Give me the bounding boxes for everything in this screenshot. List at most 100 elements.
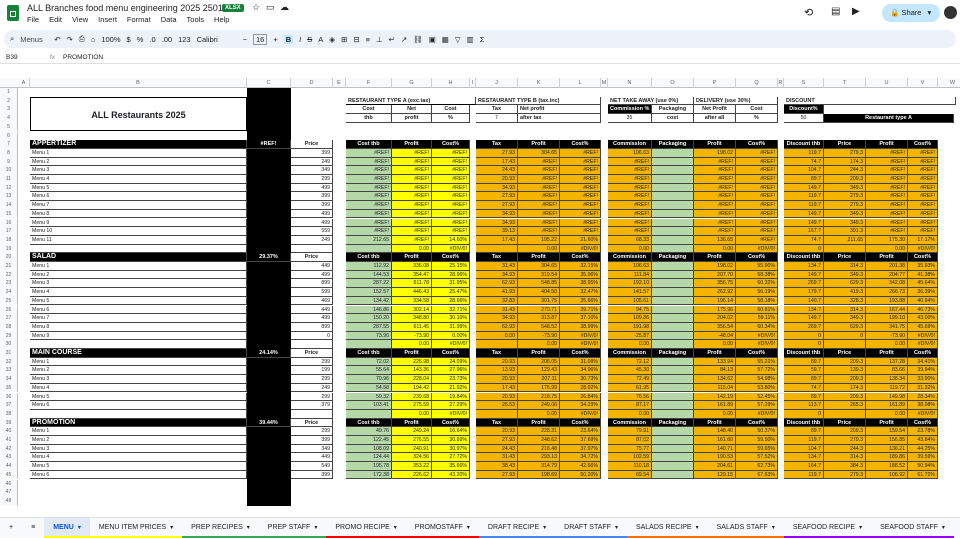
menu-item-name[interactable]: Menu 3 [30, 375, 247, 384]
value-cell-N[interactable]: 192.10 [608, 279, 652, 289]
value-cell-K[interactable]: 248.62 [518, 436, 560, 445]
value-cell-J[interactable]: 34.93 [476, 218, 518, 228]
value-cell-G[interactable]: #REF! [392, 201, 432, 210]
value-cell-T[interactable]: 209.3 [824, 427, 866, 436]
menu-item-price[interactable]: 379 [291, 401, 333, 410]
menu-item-price[interactable]: 299 [291, 427, 333, 436]
value-cell-J[interactable]: 20.93 [476, 175, 518, 184]
value-cell-J[interactable]: 24.43 [476, 444, 518, 454]
value-cell-O[interactable] [652, 218, 694, 228]
value-cell-J[interactable]: 17.43 [476, 157, 518, 167]
views-icon[interactable]: ▥ [467, 35, 474, 44]
menu-item-price[interactable]: 599 [291, 288, 333, 297]
type-b-net-unit[interactable]: after tax [518, 114, 601, 123]
value-cell-L[interactable]: #REF! [560, 201, 601, 210]
col-header-U[interactable]: Profit [866, 140, 908, 149]
discount-label[interactable]: Discount% [784, 105, 824, 115]
value-cell-O[interactable] [652, 392, 694, 402]
value-cell-G[interactable]: 240.91 [392, 444, 432, 454]
value-cell-S[interactable]: 269.7 [784, 322, 824, 332]
value-cell-Q[interactable]: #REF! [736, 166, 778, 175]
value-cell-F[interactable]: 144.53 [346, 270, 392, 280]
row-header[interactable]: 40 [0, 427, 18, 436]
col-header-K[interactable]: Profit [518, 418, 560, 428]
value-cell-P[interactable]: 190.53 [694, 453, 736, 463]
row-header[interactable]: 45 [0, 470, 18, 480]
value-cell-T[interactable]: 209.3 [824, 357, 866, 367]
value-cell-O[interactable] [652, 183, 694, 193]
value-cell-O[interactable] [652, 366, 694, 376]
add-sheet-button[interactable]: + [0, 518, 22, 538]
menu-item-name[interactable]: Menu 9 [30, 218, 247, 228]
menu-item-price[interactable]: 399 [291, 148, 333, 158]
col-header-L[interactable]: Cost% [560, 349, 601, 358]
value-cell-O[interactable] [652, 305, 694, 315]
commission-label[interactable]: Commission % [608, 105, 652, 115]
value-cell-S[interactable]: 104.7 [784, 444, 824, 454]
tab-promostaff[interactable]: PROMOSTAFF ▾ [405, 518, 479, 538]
value-cell-K[interactable]: 129.43 [518, 366, 560, 376]
value-cell-U[interactable]: #REF! [866, 209, 908, 219]
value-cell-L[interactable]: 42.66% [560, 462, 601, 471]
menu-item-name[interactable]: Menu 6 [30, 470, 247, 480]
value-cell-N[interactable]: 106.63 [608, 148, 652, 158]
functions-icon[interactable]: Σ [480, 35, 485, 44]
value-cell-G[interactable]: #REF! [392, 166, 432, 175]
value-cell-F[interactable]: 55.64 [346, 366, 392, 376]
section-title-main-course[interactable]: MAIN COURSE [30, 349, 247, 358]
col-header-F[interactable]: Cost thb [346, 349, 392, 358]
type-b-header[interactable]: RESTAURANT TYPE B (tax.inc) [476, 96, 601, 106]
row-header[interactable]: 13 [0, 192, 18, 202]
value-cell-F[interactable]: 73.90 [346, 331, 392, 341]
value-cell-O[interactable] [652, 331, 694, 341]
value-cell-K[interactable]: 304.65 [518, 262, 560, 271]
value-cell-K[interactable]: 249.06 [518, 401, 560, 410]
fill-color-icon[interactable]: ◈ [329, 35, 335, 44]
value-cell-S[interactable]: 167.7 [784, 227, 824, 236]
value-cell-F[interactable]: #REF! [346, 148, 392, 158]
menu-item-price[interactable]: 899 [291, 322, 333, 332]
col-header-P[interactable]: Profit [694, 253, 736, 262]
value-cell-O[interactable] [652, 148, 694, 158]
discount-type-label[interactable]: Restaurant type A [824, 114, 954, 123]
value-cell-P[interactable]: 198.02 [694, 148, 736, 158]
menu-item-price[interactable]: 249 [291, 235, 333, 245]
value-cell-N[interactable]: 141.57 [608, 288, 652, 297]
link-icon[interactable]: ⛓ [413, 35, 423, 44]
value-cell-J[interactable]: 20.93 [476, 427, 518, 436]
value-cell-H[interactable]: 27.29% [432, 401, 470, 410]
col-header-G[interactable]: Profit [392, 253, 432, 262]
value-cell-O[interactable] [652, 470, 694, 480]
menu-item-name[interactable]: Menu 3 [30, 279, 247, 289]
value-cell-H[interactable]: 21.92% [432, 383, 470, 393]
redo-icon[interactable]: ↷ [67, 35, 73, 44]
value-cell-G[interactable]: 324.56 [392, 453, 432, 463]
value-cell-P[interactable]: 356.54 [694, 322, 736, 332]
col-header-N[interactable]: Commission [608, 418, 652, 428]
value-cell-V[interactable]: #REF! [908, 148, 938, 158]
row-header[interactable]: 10 [0, 166, 18, 175]
value-cell-U[interactable]: 136.21 [866, 444, 908, 454]
value-cell-O[interactable] [652, 444, 694, 454]
value-cell-T[interactable]: 314.3 [824, 262, 866, 271]
value-cell-V[interactable]: 44.25% [908, 444, 938, 454]
value-cell-P[interactable]: #REF! [694, 157, 736, 167]
menu-item-name[interactable]: Menu 2 [30, 157, 247, 167]
value-cell-S[interactable]: 89.7 [784, 427, 824, 436]
menu-item-name[interactable]: Menu 1 [30, 427, 247, 436]
value-cell-J[interactable]: 24.43 [476, 166, 518, 175]
value-cell-S[interactable]: 149.7 [784, 218, 824, 228]
value-cell-K[interactable]: 216.48 [518, 444, 560, 454]
account-avatar[interactable] [944, 6, 957, 19]
value-cell-K[interactable]: 0.00 [518, 244, 560, 254]
value-cell-H[interactable]: 43.20% [432, 470, 470, 480]
value-cell-H[interactable]: 30.97% [432, 444, 470, 454]
value-cell-L[interactable]: 38.99% [560, 322, 601, 332]
type-b-tax[interactable]: Tax [476, 105, 518, 115]
section-title-salad[interactable]: SALAD [30, 253, 247, 262]
value-cell-Q[interactable]: #DIV/0! [736, 244, 778, 254]
value-cell-V[interactable]: #DIV/0! [908, 409, 938, 419]
menu-item-price[interactable]: 449 [291, 453, 333, 463]
value-cell-J[interactable]: 27.93 [476, 201, 518, 210]
menu-item-name[interactable]: Menu 4 [30, 453, 247, 463]
